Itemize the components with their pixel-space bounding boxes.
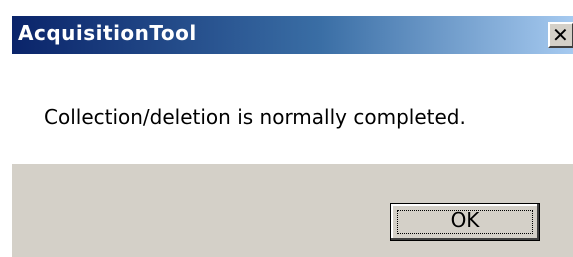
ok-button-label: OK	[450, 208, 480, 232]
window-title: AcquisitionTool	[18, 21, 197, 45]
message-area: Collection/deletion is normally complete…	[12, 54, 573, 164]
close-icon: ✕	[552, 23, 569, 47]
button-area: OK	[12, 164, 573, 257]
message-text: Collection/deletion is normally complete…	[44, 105, 466, 129]
message-dialog: AcquisitionTool ✕ Collection/deletion is…	[10, 14, 573, 257]
title-bar[interactable]: AcquisitionTool ✕	[12, 16, 573, 54]
ok-button[interactable]: OK	[390, 203, 540, 241]
close-button[interactable]: ✕	[548, 22, 573, 48]
